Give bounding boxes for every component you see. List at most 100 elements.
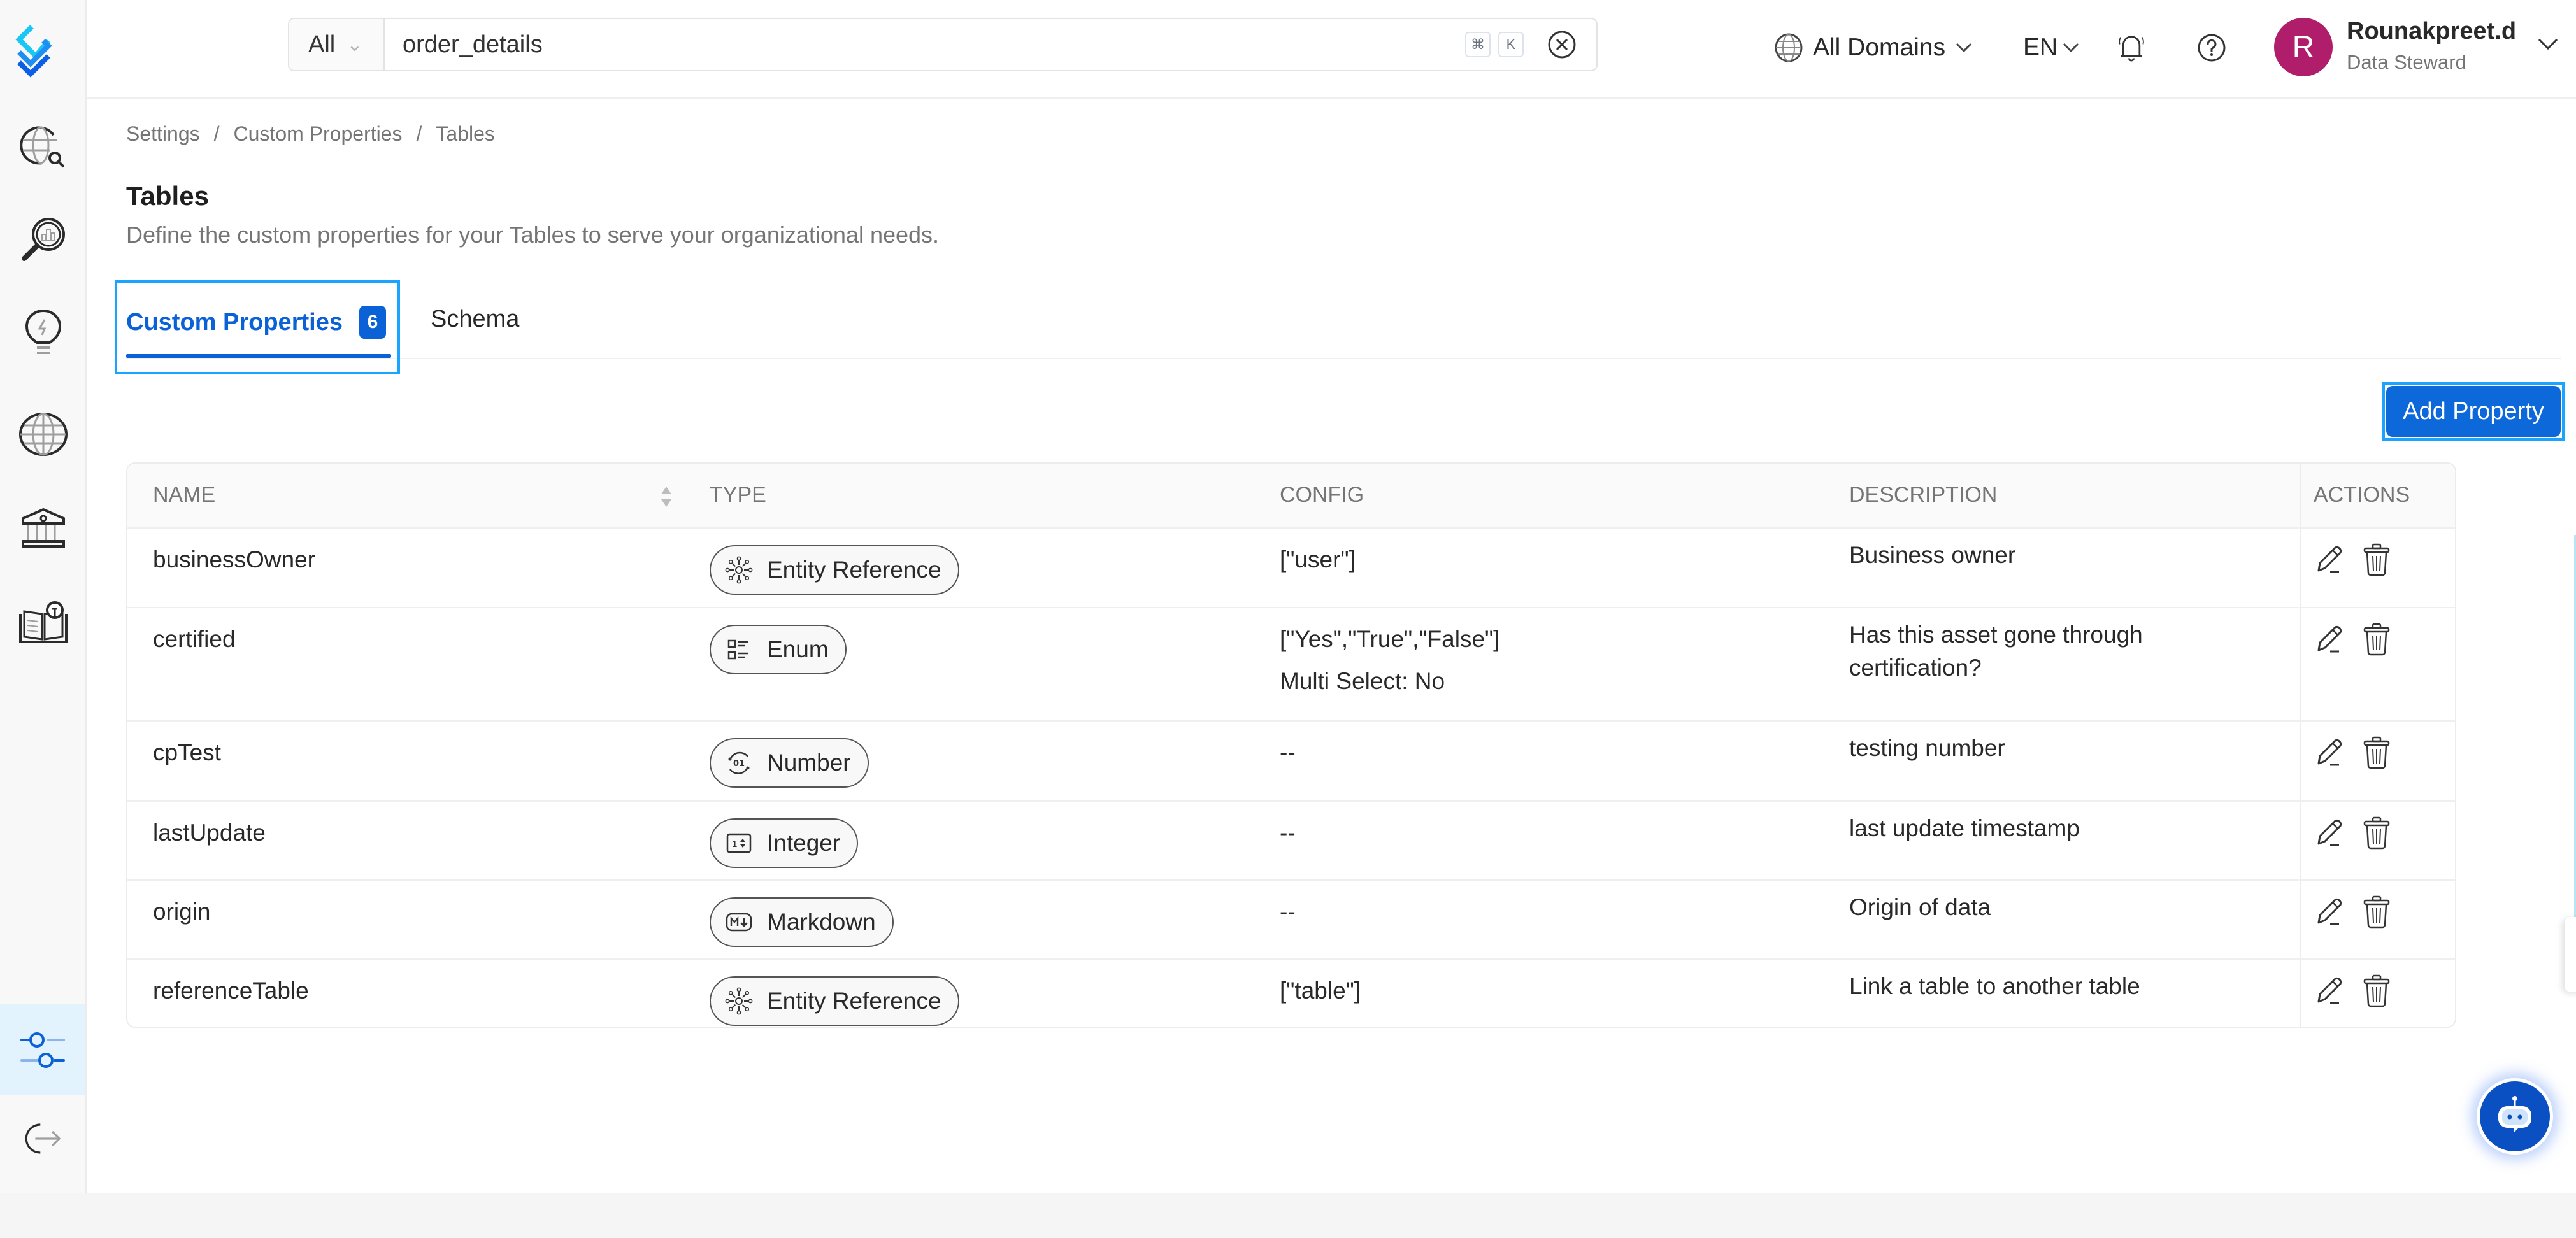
- help-icon: [2198, 34, 2226, 62]
- property-name-cell: origin: [127, 880, 684, 960]
- sidebar-item-insights[interactable]: [11, 301, 75, 364]
- type-label: Entity Reference: [767, 556, 941, 583]
- edit-icon[interactable]: [2314, 736, 2345, 770]
- chevron-down-icon: [1956, 43, 1972, 53]
- entity-reference-icon: [725, 556, 753, 584]
- svg-text:01: 01: [733, 759, 745, 769]
- property-name-cell: businessOwner: [127, 527, 684, 608]
- delete-icon[interactable]: [2361, 736, 2393, 770]
- table-row: origin Markdown -- Origin of data: [127, 880, 2455, 960]
- magnifier-chart-icon: [22, 218, 65, 261]
- sidebar-item-domains[interactable]: [11, 402, 75, 466]
- property-description: Link a table to another table: [1849, 973, 2140, 999]
- help-button[interactable]: [2196, 25, 2227, 70]
- property-type-cell: Entity Reference: [684, 527, 1254, 608]
- column-header-config: CONFIG: [1254, 464, 1824, 529]
- book-idea-icon: [19, 601, 68, 643]
- table-row: cpTest 01 Number -- testing number: [127, 721, 2455, 802]
- edit-icon[interactable]: [2314, 895, 2345, 929]
- table-header-row: NAME TYPE CONFIG DESCRIPTION ACTIONS: [127, 464, 2455, 529]
- property-actions-cell: [2300, 801, 2455, 881]
- property-config-cell: ["user"]: [1254, 527, 1824, 608]
- sort-icon[interactable]: [659, 484, 674, 509]
- delete-icon[interactable]: [2361, 895, 2393, 929]
- property-actions-cell: [2300, 527, 2455, 608]
- delete-icon[interactable]: [2361, 622, 2393, 657]
- sidebar-item-settings[interactable]: [0, 1004, 85, 1095]
- language-selector[interactable]: EN: [2023, 25, 2080, 70]
- type-chip: Enum: [710, 625, 847, 674]
- clear-search-icon[interactable]: [1547, 29, 1577, 60]
- side-drawer-handle[interactable]: [2565, 917, 2576, 992]
- sidebar-item-observability[interactable]: [11, 208, 75, 271]
- table-row: referenceTable Entity Reference ["table"] L…: [127, 959, 2455, 1027]
- globe-search-icon: [20, 126, 65, 168]
- type-chip: Entity Reference: [710, 976, 959, 1026]
- bell-icon: [2119, 36, 2144, 62]
- breadcrumb-custom-properties[interactable]: Custom Properties: [234, 122, 403, 146]
- delete-icon[interactable]: [2361, 543, 2393, 577]
- app-logo-icon[interactable]: [11, 22, 75, 79]
- search-filter-dropdown[interactable]: All ⌄: [289, 19, 385, 70]
- type-chip: Markdown: [710, 897, 894, 947]
- property-description-cell: Link a table to another table: [1824, 959, 2300, 1027]
- sidebar-item-logout[interactable]: [11, 1107, 75, 1170]
- property-config-cell: ["Yes","True","False"] Multi Select: No: [1254, 608, 1824, 722]
- delete-icon[interactable]: [2361, 974, 2393, 1008]
- config-value: --: [1280, 899, 1296, 925]
- property-type-cell: Markdown: [684, 880, 1254, 960]
- search-input[interactable]: [385, 19, 1465, 70]
- type-label: Enum: [767, 636, 829, 662]
- user-menu-chevron-icon[interactable]: [2535, 32, 2561, 57]
- tab-custom-properties[interactable]: Custom Properties 6: [126, 306, 386, 339]
- edit-icon[interactable]: [2314, 974, 2345, 1008]
- config-multi-select: Multi Select: No: [1280, 668, 1445, 694]
- property-description: testing number: [1849, 735, 2005, 761]
- column-header-type: TYPE: [684, 464, 1254, 529]
- table-row: certified Enum ["Yes","True","False"] Multi…: [127, 608, 2455, 722]
- page-title: Tables: [126, 181, 209, 211]
- delete-icon[interactable]: [2361, 816, 2393, 850]
- edit-icon[interactable]: [2314, 622, 2345, 657]
- property-description: Business owner: [1849, 541, 2016, 568]
- sidebar-item-explore[interactable]: [11, 116, 75, 180]
- property-name-cell: lastUpdate: [127, 801, 684, 881]
- property-name: lastUpdate: [153, 820, 266, 846]
- breadcrumb-separator: /: [213, 122, 220, 145]
- add-property-button[interactable]: Add Property: [2386, 386, 2561, 437]
- property-name: origin: [153, 899, 211, 925]
- avatar[interactable]: R: [2274, 18, 2333, 76]
- property-description-cell: testing number: [1824, 721, 2300, 802]
- search-filter-label: All: [308, 31, 336, 58]
- tab-label: Schema: [431, 306, 520, 332]
- property-description-cell: Has this asset gone through certificatio…: [1824, 608, 2300, 722]
- property-type-cell: 1 Integer: [684, 801, 1254, 881]
- tab-label: Custom Properties: [126, 308, 343, 336]
- config-value: --: [1280, 739, 1296, 765]
- edit-icon[interactable]: [2314, 816, 2345, 850]
- property-description: last update timestamp: [1849, 815, 2080, 841]
- property-actions-cell: [2300, 608, 2455, 722]
- sidebar-item-knowledge[interactable]: [11, 590, 75, 653]
- property-name-cell: certified: [127, 608, 684, 722]
- top-header: All ⌄ ⌘ K All Domains EN: [87, 0, 2576, 99]
- sidebar-item-governance[interactable]: [11, 497, 75, 560]
- breadcrumb-settings[interactable]: Settings: [126, 122, 200, 146]
- domain-selector[interactable]: All Domains: [1773, 25, 1973, 70]
- property-actions-cell: [2300, 721, 2455, 802]
- edit-icon[interactable]: [2314, 543, 2345, 577]
- sidebar: [0, 0, 87, 1193]
- tab-schema[interactable]: Schema: [431, 306, 519, 333]
- entity-reference-icon: [725, 987, 753, 1015]
- property-name-cell: cpTest: [127, 721, 684, 802]
- column-header-name[interactable]: NAME: [127, 464, 684, 529]
- config-value: ["table"]: [1280, 978, 1361, 1004]
- sliders-icon: [20, 1032, 65, 1068]
- notifications-button[interactable]: [2117, 25, 2145, 70]
- page-description: Define the custom properties for your Ta…: [126, 222, 940, 248]
- breadcrumb: Settings / Custom Properties / Tables: [126, 122, 495, 146]
- globe-icon: [19, 413, 68, 456]
- property-config-cell: --: [1254, 880, 1824, 960]
- chatbot-button[interactable]: [2477, 1078, 2553, 1155]
- property-description-cell: Business owner: [1824, 527, 2300, 608]
